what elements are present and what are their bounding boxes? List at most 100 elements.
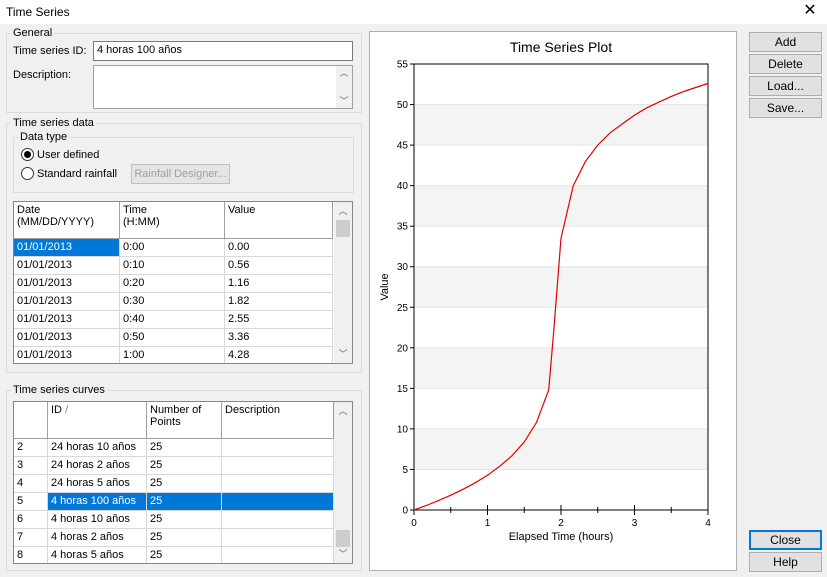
description-cell[interactable] xyxy=(222,511,334,529)
table-row[interactable]: 84 horas 5 años 25 xyxy=(14,547,334,563)
row-number-cell[interactable]: 3 xyxy=(14,457,48,475)
date-column-header[interactable]: Date (MM/DD/YYYY) xyxy=(14,202,120,239)
date-cell[interactable]: 01/01/2013 xyxy=(14,329,120,347)
row-number-cell[interactable]: 7 xyxy=(14,529,48,547)
date-cell[interactable]: 01/01/2013 xyxy=(14,311,120,329)
table-row[interactable]: 01/01/2013 0:50 3.36 xyxy=(14,329,333,347)
points-cell[interactable]: 25 xyxy=(147,439,222,457)
scroll-down-icon[interactable]: ﹀ xyxy=(336,94,352,108)
plot-band xyxy=(414,307,708,348)
save-button[interactable]: Save... xyxy=(749,98,822,118)
id-cell[interactable]: 24 horas 2 años xyxy=(48,457,147,475)
points-cell[interactable]: 25 xyxy=(147,475,222,493)
table-row[interactable]: 3 24 horas 2 años 25 xyxy=(14,457,334,475)
scroll-up-icon[interactable]: ︿ xyxy=(336,66,352,80)
date-cell[interactable]: 01/01/2013 xyxy=(14,293,120,311)
rainfall-designer-button[interactable]: Rainfall Designer... xyxy=(131,164,230,184)
time-cell[interactable]: 1:00 xyxy=(120,347,225,363)
delete-button[interactable]: Delete xyxy=(749,54,822,74)
standard-rainfall-radio[interactable] xyxy=(21,167,34,180)
scroll-up-icon[interactable]: ︿ xyxy=(335,204,351,218)
time-cell[interactable]: 0:00 xyxy=(120,239,225,257)
add-button[interactable]: Add xyxy=(749,32,822,52)
id-cell[interactable]: 4 horas 5 años xyxy=(48,547,147,563)
scroll-down-icon[interactable]: ﹀ xyxy=(335,347,351,361)
points-cell[interactable]: 25 xyxy=(147,493,222,511)
time-series-data-grid[interactable]: Date (MM/DD/YYYY) Time (H:MM) Value 01/0… xyxy=(13,201,353,364)
scroll-down-icon[interactable]: ﹀ xyxy=(335,547,351,561)
value-column-header[interactable]: Value xyxy=(225,202,333,239)
table-row[interactable]: 4 24 horas 5 años 25 xyxy=(14,475,334,493)
table-row[interactable]: 2 24 horas 10 años 25 xyxy=(14,439,334,457)
curves-grid-scrollbar[interactable]: ︿ ﹀ xyxy=(334,402,352,563)
time-column-header[interactable]: Time (H:MM) xyxy=(120,202,225,239)
load-button[interactable]: Load... xyxy=(749,76,822,96)
description-cell[interactable] xyxy=(222,457,334,475)
time-series-id-input[interactable]: 4 horas 100 años xyxy=(93,41,353,61)
table-row[interactable]: 74 horas 2 años 25 xyxy=(14,529,334,547)
time-series-curves-grid[interactable]: ID / Number of Points Description 2 24 ho… xyxy=(13,401,353,564)
row-number-cell[interactable]: 5 xyxy=(14,493,48,511)
date-cell[interactable]: 01/01/2013 xyxy=(14,347,120,363)
id-cell[interactable]: 24 horas 5 años xyxy=(48,475,147,493)
value-cell[interactable]: 3.36 xyxy=(225,329,333,347)
id-cell[interactable]: 24 horas 10 años xyxy=(48,439,147,457)
time-cell[interactable]: 0:50 xyxy=(120,329,225,347)
close-button[interactable]: Close xyxy=(749,530,822,550)
value-cell[interactable]: 4.28 xyxy=(225,347,333,363)
scroll-up-icon[interactable]: ︿ xyxy=(335,404,351,418)
description-cell[interactable] xyxy=(222,529,334,547)
value-cell[interactable]: 0.56 xyxy=(225,257,333,275)
user-defined-radio[interactable] xyxy=(21,148,34,161)
points-cell[interactable]: 25 xyxy=(147,457,222,475)
value-cell[interactable]: 1.16 xyxy=(225,275,333,293)
row-number-cell[interactable]: 4 xyxy=(14,475,48,493)
data-type-label: Data type xyxy=(18,131,70,143)
time-cell[interactable]: 0:40 xyxy=(120,311,225,329)
row-number-cell[interactable]: 8 xyxy=(14,547,48,563)
id-column-header[interactable]: ID / xyxy=(48,402,147,439)
table-row[interactable]: 01/01/2013 0:10 0.56 xyxy=(14,257,333,275)
plot-band xyxy=(414,185,708,227)
description-column-header[interactable]: Description xyxy=(222,402,334,439)
description-cell[interactable] xyxy=(222,475,334,493)
description-scrollbar[interactable]: ︿ ﹀ xyxy=(336,66,352,108)
scroll-thumb[interactable] xyxy=(336,530,350,547)
time-cell[interactable]: 0:20 xyxy=(120,275,225,293)
id-cell[interactable]: 4 horas 100 años xyxy=(48,493,147,511)
table-row[interactable]: 01/01/2013 0:40 2.55 xyxy=(14,311,333,329)
id-cell[interactable]: 4 horas 2 años xyxy=(48,529,147,547)
table-row[interactable]: 01/01/2013 1:00 4.28 xyxy=(14,347,333,363)
id-header-text: ID xyxy=(51,404,62,416)
time-cell[interactable]: 0:10 xyxy=(120,257,225,275)
points-cell[interactable]: 25 xyxy=(147,547,222,563)
points-cell[interactable]: 25 xyxy=(147,511,222,529)
table-row[interactable]: 01/01/2013 0:30 1.82 xyxy=(14,293,333,311)
row-number-cell[interactable]: 2 xyxy=(14,439,48,457)
standard-rainfall-label: Standard rainfall xyxy=(37,168,118,180)
table-row[interactable]: 54 horas 100 años 25 xyxy=(14,493,334,511)
close-icon[interactable]: ✕ xyxy=(801,2,819,20)
scroll-thumb[interactable] xyxy=(336,220,350,237)
description-cell[interactable] xyxy=(222,547,334,563)
value-cell[interactable]: 1.82 xyxy=(225,293,333,311)
x-tick-label: 2 xyxy=(558,518,564,529)
table-row[interactable]: 01/01/2013 0:00 0.00 xyxy=(14,239,333,257)
date-cell[interactable]: 01/01/2013 xyxy=(14,257,120,275)
row-number-cell[interactable]: 6 xyxy=(14,511,48,529)
value-cell[interactable]: 2.55 xyxy=(225,311,333,329)
value-cell[interactable]: 0.00 xyxy=(225,239,333,257)
time-cell[interactable]: 0:30 xyxy=(120,293,225,311)
points-column-header[interactable]: Number of Points xyxy=(147,402,222,439)
table-row[interactable]: 64 horas 10 años 25 xyxy=(14,511,334,529)
description-cell[interactable] xyxy=(222,493,334,511)
help-button[interactable]: Help xyxy=(749,552,822,572)
id-cell[interactable]: 4 horas 10 años xyxy=(48,511,147,529)
table-row[interactable]: 01/01/2013 0:20 1.16 xyxy=(14,275,333,293)
description-cell[interactable] xyxy=(222,439,334,457)
description-input[interactable]: ︿ ﹀ xyxy=(93,65,353,109)
date-cell[interactable]: 01/01/2013 xyxy=(14,239,120,257)
data-grid-scrollbar[interactable]: ︿ ﹀ xyxy=(334,202,352,363)
date-cell[interactable]: 01/01/2013 xyxy=(14,275,120,293)
points-cell[interactable]: 25 xyxy=(147,529,222,547)
